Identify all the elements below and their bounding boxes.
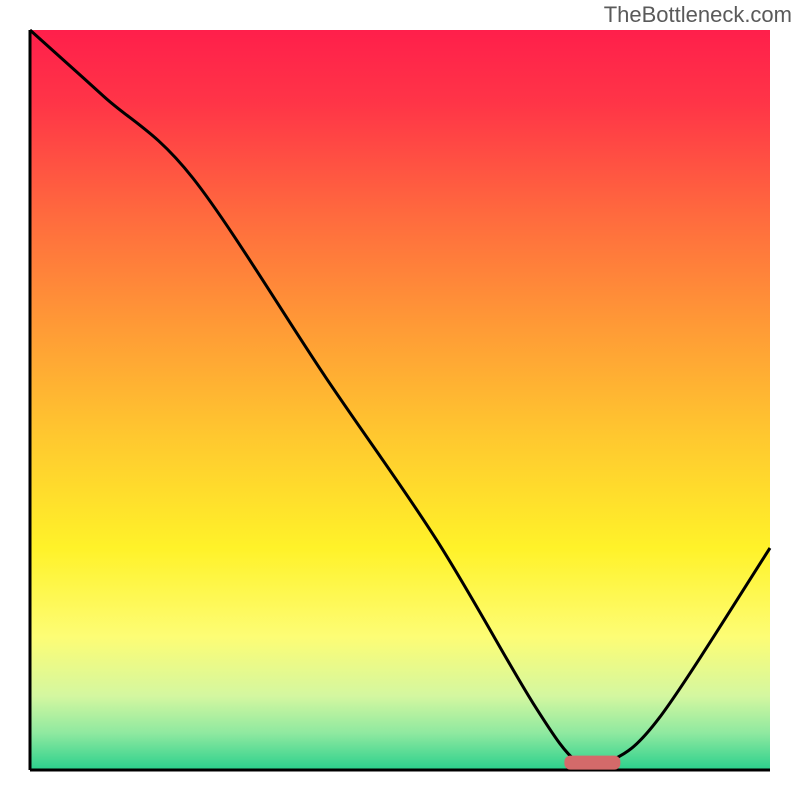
optimal-marker [564, 756, 620, 770]
chart-container: TheBottleneck.com [0, 0, 800, 800]
plot-background [30, 30, 770, 770]
bottleneck-curve-chart [0, 0, 800, 800]
